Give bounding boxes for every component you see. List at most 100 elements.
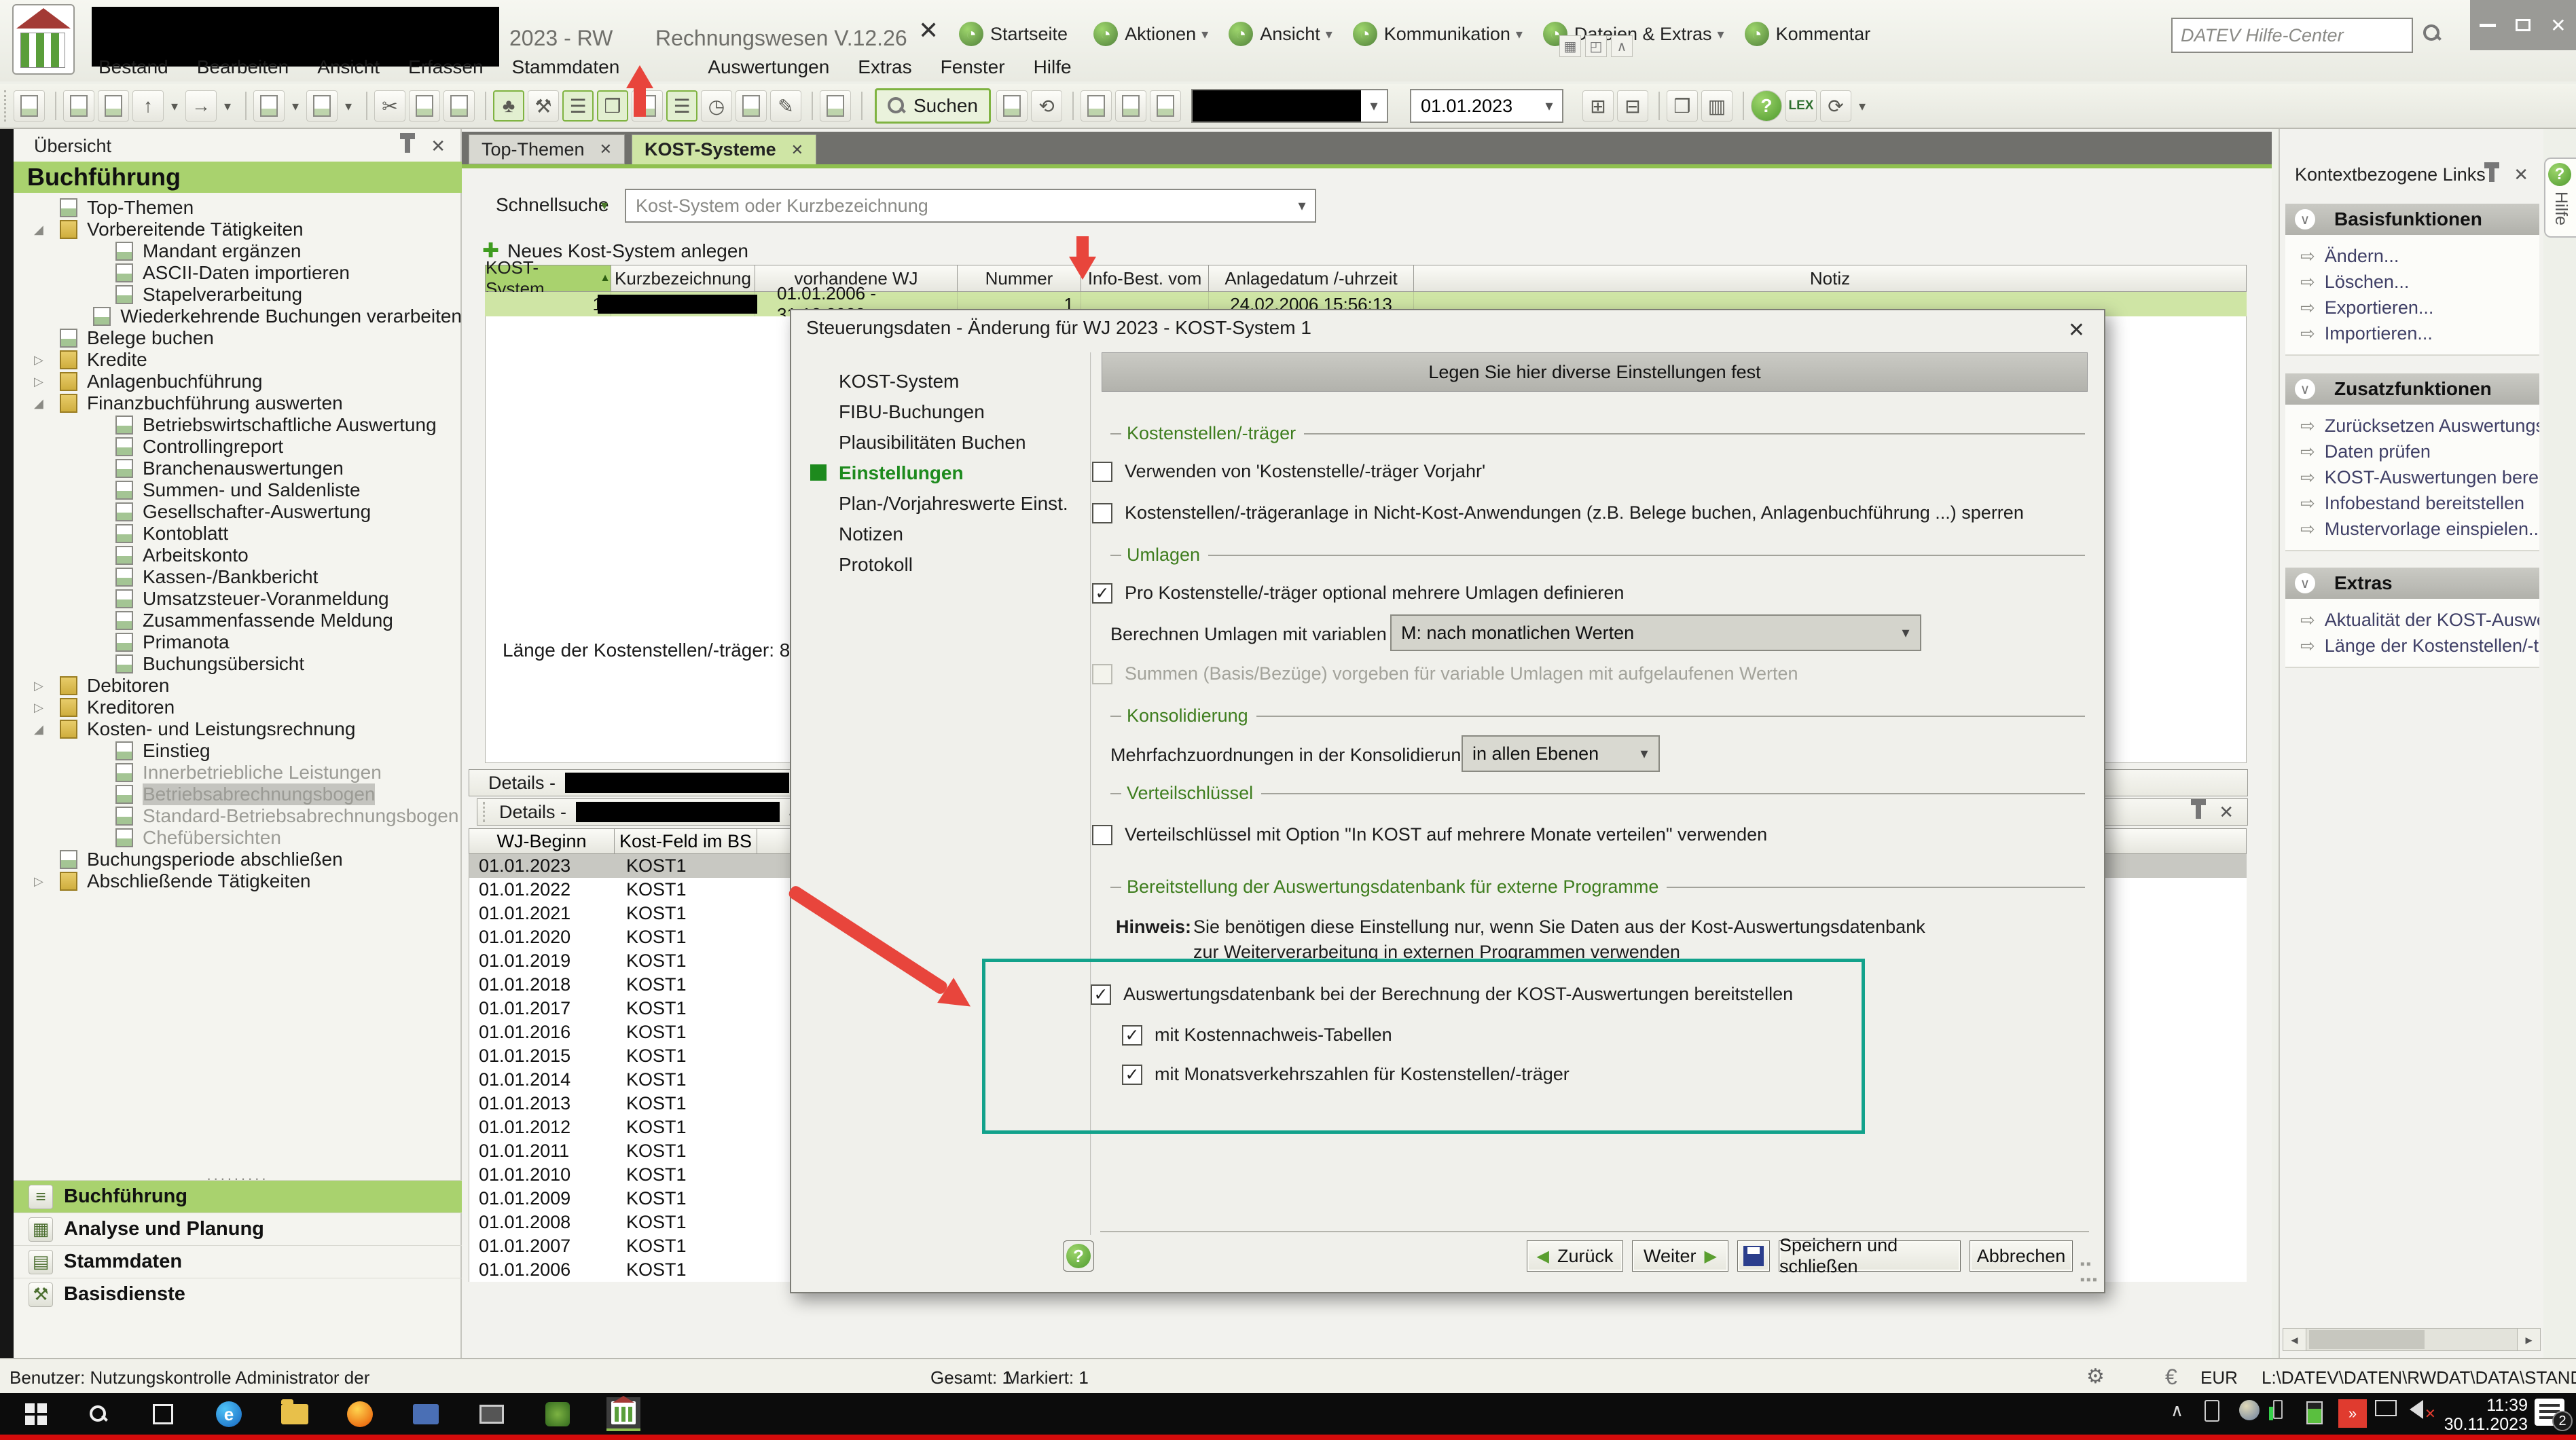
expander-icon[interactable]: ◢ (34, 722, 60, 737)
context-link[interactable]: ⇨ Exportieren... (2285, 295, 2539, 320)
section-extras[interactable]: ∨ Extras (2285, 568, 2539, 599)
toolbar-icon[interactable] (812, 92, 813, 120)
taskbar-clock[interactable]: 11:39 30.11.2023 (2439, 1396, 2528, 1434)
tree-item[interactable]: Zusammenfassende Meldung (14, 610, 462, 631)
tree-item[interactable]: ▷ Debitoren (14, 675, 462, 697)
pin-icon[interactable] (2196, 805, 2201, 819)
toolbar-icon[interactable]: LEX (1785, 90, 1817, 122)
column-header[interactable]: Info-Best. vom (1081, 265, 1209, 292)
context-link[interactable]: ⇨ Zurücksetzen Auswertungsergebni (2285, 413, 2539, 439)
context-link[interactable]: ⇨ Ändern... (2285, 243, 2539, 269)
toolbar-icon[interactable]: ✂ (374, 90, 405, 122)
tree-item[interactable]: Standard-Betriebsabrechnungsbogen (14, 805, 462, 827)
layout-icon[interactable]: ▦ (1559, 35, 1581, 57)
menu-item[interactable]: Bearbeiten (197, 56, 289, 78)
sidebar-nav-item[interactable]: ⚒ Basisdienste (14, 1278, 462, 1310)
toolbar-icon[interactable] (861, 92, 863, 120)
dialog-title-bar[interactable]: Steuerungsdaten - Änderung für WJ 2023 -… (791, 310, 2104, 346)
context-link[interactable]: ⇨ Löschen... (2285, 269, 2539, 295)
tree-item[interactable]: Branchenauswertungen (14, 458, 462, 479)
dialog-nav-item[interactable]: Plausibilitäten Buchen (839, 427, 1068, 458)
toolbar-icon[interactable] (409, 90, 440, 122)
tree-item[interactable]: Betriebswirtschaftliche Auswertung (14, 414, 462, 436)
toolbar-icon[interactable]: ❒ (597, 90, 628, 122)
tree-item[interactable]: Umsatzsteuer-Voranmeldung (14, 588, 462, 610)
toolbar-icon[interactable]: ▾ (288, 90, 303, 122)
checkbox-sperren[interactable]: Kostenstellen/-trägeranlage in Nicht-Kos… (1092, 502, 2024, 523)
toolbar-icon[interactable] (1743, 92, 1744, 120)
firefox-icon[interactable] (343, 1397, 377, 1431)
checkbox-checked-icon[interactable]: ✓ (1091, 984, 1111, 1005)
tree-item[interactable]: ◢ Finanzbuchführung auswerten (14, 392, 462, 414)
task-view-icon[interactable] (146, 1397, 180, 1431)
dialog-close-icon[interactable]: ✕ (2068, 318, 2085, 342)
expander-icon[interactable]: ▷ (34, 375, 60, 389)
menu-item[interactable]: Ansicht (317, 56, 380, 78)
toolbar-icon[interactable]: ▾ (341, 90, 356, 122)
horizontal-scrollbar[interactable]: ◂ ▸ (2283, 1328, 2541, 1351)
notification-icon[interactable]: 2 (2535, 1399, 2564, 1426)
file-explorer-icon[interactable] (278, 1397, 312, 1431)
tree-item[interactable]: ◢ Vorbereitende Tätigkeiten (14, 219, 462, 240)
tab-kost-systeme[interactable]: KOST-Systeme ✕ (632, 134, 816, 164)
toolbar-icon[interactable] (55, 92, 56, 120)
toolbar-icon[interactable]: ▾ (220, 90, 235, 122)
app-icon-green[interactable] (541, 1397, 575, 1431)
tree-item[interactable]: ▷ Kredite (14, 349, 462, 371)
layout-icon[interactable]: ◰ (1585, 35, 1607, 57)
tree-item[interactable]: Top-Themen (14, 197, 462, 219)
speaker-muted-icon[interactable]: ✕ (2410, 1400, 2423, 1419)
expander-icon[interactable]: ◢ (34, 223, 60, 237)
tree-item[interactable]: Primanota (14, 631, 462, 653)
toolbar-icon[interactable] (1081, 90, 1112, 122)
menu-item[interactable]: Fenster (941, 56, 1005, 78)
context-link[interactable]: ⇨ Daten prüfen (2285, 439, 2539, 464)
tree-item[interactable]: Einstieg (14, 740, 462, 762)
sidebar-nav-item[interactable]: ▤ Stammdaten (14, 1245, 462, 1278)
column-header[interactable]: Notiz (1414, 265, 2247, 292)
edge-icon[interactable]: e (212, 1397, 246, 1431)
tree-item[interactable]: Buchungsübersicht (14, 653, 462, 675)
toolbar-icon[interactable]: ▾ (1855, 90, 1870, 122)
dialog-nav-item[interactable]: Einstellungen (839, 458, 1068, 488)
menu-item[interactable]: Erfassen (408, 56, 484, 78)
network-icon[interactable] (2375, 1400, 2397, 1416)
tree-item[interactable]: ◢ Kosten- und Leistungsrechnung (14, 718, 462, 740)
expander-icon[interactable]: ▷ (34, 874, 60, 889)
close-doc-icon[interactable]: ✕ (918, 16, 939, 45)
menu-item[interactable]: Bestand (98, 56, 168, 78)
tree-item[interactable]: Buchungsperiode abschließen (14, 849, 462, 870)
sidebar-nav-item[interactable]: ≡ Buchführung (14, 1180, 462, 1213)
toolbar-icon[interactable]: ❒ (1667, 90, 1698, 122)
speichern-schliessen-button[interactable]: Speichern und schließen (1779, 1240, 1961, 1272)
minimize-icon[interactable] (2480, 24, 2496, 27)
close-icon[interactable]: ✕ (2550, 14, 2566, 37)
toolbar-icon[interactable] (1072, 92, 1074, 120)
save-button[interactable] (1737, 1240, 1770, 1272)
toolbar-icon[interactable]: ◷ (701, 90, 732, 122)
app-icon-window[interactable] (475, 1397, 509, 1431)
toolbar-icon[interactable] (1658, 92, 1660, 120)
toolbar-icon[interactable] (485, 92, 486, 120)
tree-item[interactable]: Arbeitskonto (14, 544, 462, 566)
toolbar-icon[interactable]: ⚒ (528, 90, 559, 122)
checkbox-vorjahr[interactable]: Verwenden von 'Kostenstelle/-träger Vorj… (1092, 461, 1485, 482)
context-link[interactable]: ⇨ Importieren... (2285, 320, 2539, 346)
tree-item[interactable]: Gesellschafter-Auswertung (14, 501, 462, 523)
toolbar-icon[interactable]: ⊟ (1617, 90, 1648, 122)
client-selector-combo[interactable]: ▾ (1191, 89, 1388, 123)
toolbar-icon[interactable] (820, 90, 851, 122)
toolbar-icon[interactable] (253, 90, 285, 122)
checkbox-umlagen[interactable]: ✓ Pro Kostenstelle/-träger optional mehr… (1092, 583, 1624, 604)
weiter-button[interactable]: Weiter ▶ (1632, 1240, 1728, 1272)
checkbox-icon[interactable] (1092, 503, 1112, 523)
quick-action[interactable]: ◔ Ansicht ▾ (1229, 22, 1332, 46)
scroll-left-button[interactable]: ◂ (2283, 1329, 2306, 1350)
tab-top-themen[interactable]: Top-Themen ✕ (469, 134, 625, 164)
tree-item[interactable]: ▷ Abschließende Tätigkeiten (14, 870, 462, 892)
tray-expand-icon[interactable]: ∧ (2171, 1400, 2183, 1421)
gear-icon[interactable]: ⚙ (2086, 1365, 2105, 1388)
tree-item[interactable]: Kontoblatt (14, 523, 462, 544)
toolbar-icon[interactable] (1150, 90, 1181, 122)
scrollbar-thumb[interactable] (2309, 1330, 2425, 1349)
